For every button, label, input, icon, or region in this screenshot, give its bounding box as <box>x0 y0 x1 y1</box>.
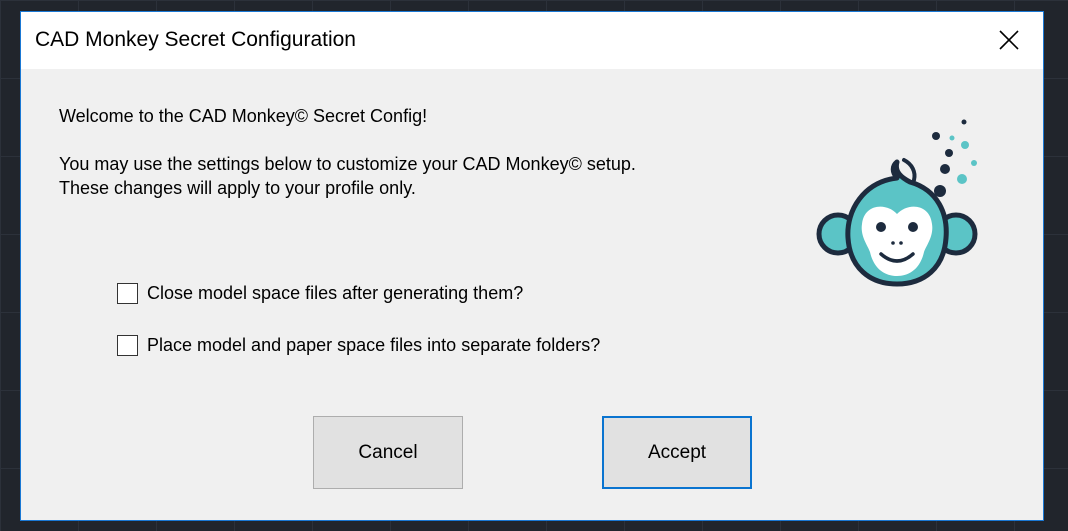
description-line-2: These changes will apply to your profile… <box>59 178 416 198</box>
close-button[interactable] <box>987 20 1031 60</box>
option-separate-folders[interactable]: Place model and paper space files into s… <box>117 332 600 358</box>
nostril <box>899 241 903 245</box>
bubble <box>961 119 967 125</box>
bubble <box>940 164 950 174</box>
close-model-space-checkbox[interactable] <box>117 282 138 304</box>
cancel-button[interactable]: Cancel <box>313 416 463 489</box>
bubble <box>945 149 953 157</box>
title-bar: CAD Monkey Secret Configuration <box>21 12 1043 69</box>
bubble <box>949 135 955 141</box>
bubble <box>957 174 967 184</box>
nostril <box>891 241 895 245</box>
config-dialog: CAD Monkey Secret Configuration Welcome … <box>20 11 1044 521</box>
description-line-1: You may use the settings below to custom… <box>59 154 636 174</box>
close-model-space-label: Close model space files after generating… <box>147 282 524 303</box>
bubble <box>961 141 969 149</box>
bubble <box>932 132 940 140</box>
accept-button[interactable]: Accept <box>602 416 752 489</box>
right-eye <box>908 222 918 232</box>
window-title: CAD Monkey Secret Configuration <box>35 28 356 51</box>
bubble <box>971 160 977 166</box>
separate-folders-checkbox[interactable] <box>117 334 138 356</box>
separate-folders-label: Place model and paper space files into s… <box>147 334 601 355</box>
monkey-logo <box>816 119 978 287</box>
welcome-text: Welcome to the CAD Monkey© Secret Config… <box>59 106 428 126</box>
close-icon <box>999 30 1019 50</box>
option-close-model-space[interactable]: Close model space files after generating… <box>117 280 523 306</box>
left-eye <box>876 222 886 232</box>
